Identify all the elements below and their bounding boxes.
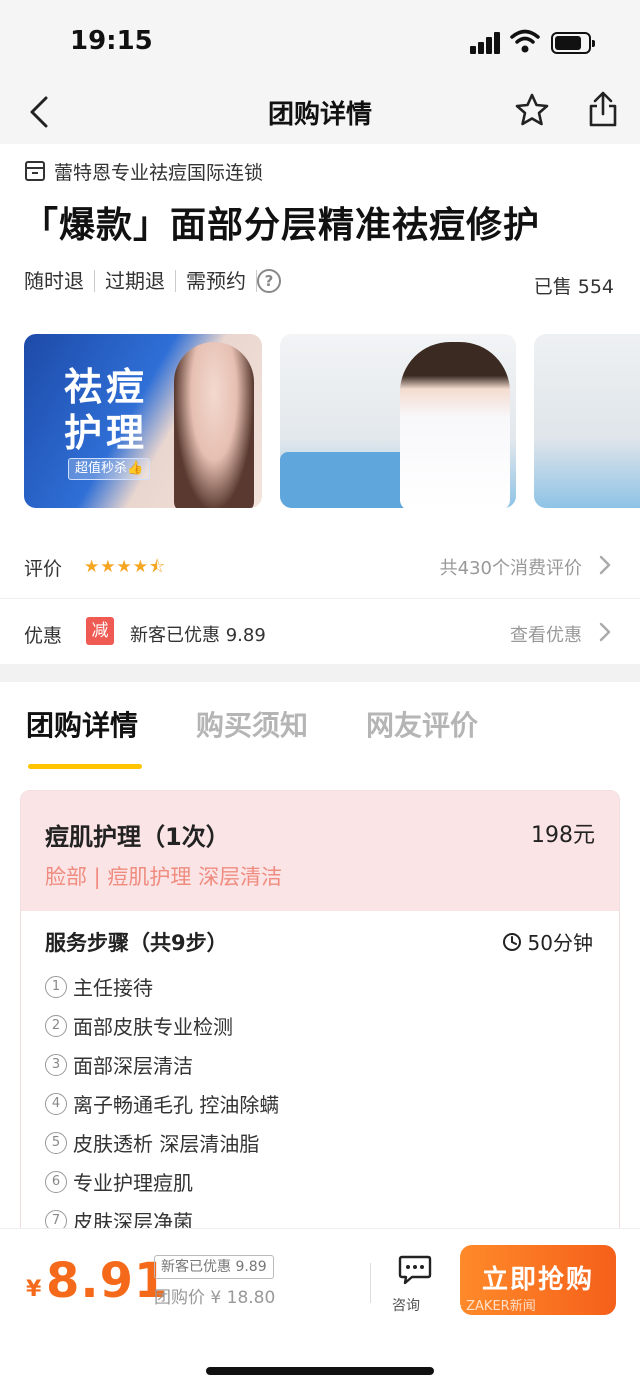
new-customer-discount-badge: 新客已优惠 9.89 — [154, 1255, 274, 1279]
favorite-star-icon[interactable] — [514, 92, 550, 128]
list-item: 1 主任接待 — [45, 967, 279, 1006]
battery-icon — [551, 32, 595, 54]
rating-stars: ★★★★⯪ — [84, 557, 167, 577]
gallery-headline: 祛痘 护理 — [64, 364, 148, 456]
step-number: 3 — [45, 1053, 67, 1076]
step-number: 6 — [45, 1170, 67, 1193]
clock-icon — [502, 932, 521, 951]
step-text: 面部深层清洁 — [73, 1054, 193, 1078]
step-text: 离子畅通毛孔 控油除螨 — [73, 1093, 280, 1117]
deal-price: 8.91 — [46, 1253, 169, 1309]
list-item: 3 面部深层清洁 — [45, 1045, 279, 1084]
gallery-image-3[interactable] — [534, 334, 640, 508]
steps-title: 服务步骤（共9步） — [45, 931, 228, 955]
rating-row[interactable]: 评价 ★★★★⯪ 共430个消费评价 — [0, 532, 640, 598]
watermark: 知乎 ZAKER新闻 — [436, 1299, 536, 1314]
duration: 50分钟 — [502, 927, 593, 956]
gallery-headline-line2: 护理 — [64, 411, 149, 455]
promo-row[interactable]: 优惠 减 新客已优惠 9.89 查看优惠 — [0, 598, 640, 664]
step-text: 面部皮肤专业检测 — [73, 1015, 233, 1039]
tab-user-reviews[interactable]: 网友评价 — [366, 704, 478, 744]
store-icon — [25, 161, 45, 181]
tag-reservation: 需预约 — [176, 270, 257, 292]
status-bar: 19:15 — [0, 0, 640, 80]
share-icon[interactable] — [586, 90, 620, 128]
chat-icon[interactable] — [398, 1253, 432, 1285]
flash-sale-badge: 超值秒杀👍 — [68, 458, 151, 480]
list-item: 5 皮肤透析 深层清油脂 — [45, 1123, 279, 1162]
promo-label: 优惠 — [24, 625, 63, 647]
original-price: 团购价 ¥ 18.80 — [154, 1288, 276, 1308]
service-tags: 随时退 过期退 需预约 ? — [24, 266, 281, 296]
product-title: 「爆款」面部分层精准祛痘修护 — [22, 205, 541, 246]
currency-symbol: ¥ — [26, 1277, 42, 1302]
list-item: 2 面部皮肤专业检测 — [45, 1006, 279, 1045]
service-price: 198元 — [531, 823, 595, 848]
nav-bar: 团购详情 — [0, 80, 640, 144]
bottom-purchase-bar: ¥ 8.91 新客已优惠 9.89 团购价 ¥ 18.80 咨询 立即抢购 知乎… — [0, 1228, 640, 1385]
step-text: 专业护理痘肌 — [73, 1171, 193, 1195]
view-promo-link[interactable]: 查看优惠 — [510, 621, 582, 647]
step-number: 4 — [45, 1092, 67, 1115]
consult-label[interactable]: 咨询 — [392, 1295, 420, 1315]
chevron-right-icon — [599, 555, 611, 575]
chevron-right-icon — [599, 622, 611, 642]
signal-icon — [470, 32, 502, 54]
review-count: 共430个消费评价 — [439, 558, 582, 579]
model-face-image — [174, 342, 254, 508]
rating-label: 评价 — [24, 558, 63, 580]
step-number: 5 — [45, 1131, 67, 1154]
home-indicator — [206, 1367, 434, 1375]
step-text: 皮肤透析 深层清油脂 — [73, 1132, 260, 1156]
divider — [370, 1263, 371, 1303]
duration-value: 50分钟 — [527, 931, 593, 955]
step-number: 1 — [45, 975, 67, 998]
tab-purchase-notes[interactable]: 购买须知 — [196, 704, 308, 744]
service-header: 痘肌护理（1次） 198元 脸部 | 痘肌护理 深层清洁 — [21, 791, 619, 911]
status-time: 19:15 — [70, 26, 153, 56]
service-name: 痘肌护理（1次） — [45, 823, 230, 851]
sold-count: 已售 554 — [533, 276, 614, 298]
discount-badge: 减 — [86, 617, 114, 645]
wifi-icon — [510, 29, 540, 53]
active-tab-indicator — [28, 764, 142, 769]
gallery-image-2[interactable] — [280, 334, 516, 508]
list-item: 6 专业护理痘肌 — [45, 1162, 279, 1201]
step-text: 主任接待 — [73, 976, 153, 1000]
detail-section: 团购详情 购买须知 网友评价 痘肌护理（1次） 198元 脸部 | 痘肌护理 深… — [0, 682, 640, 1250]
tag-refund-expired: 过期退 — [95, 270, 176, 292]
list-item: 4 离子畅通毛孔 控油除螨 — [45, 1084, 279, 1123]
beautician-figure — [400, 342, 510, 508]
service-card: 痘肌护理（1次） 198元 脸部 | 痘肌护理 深层清洁 服务步骤（共9步） 5… — [20, 790, 620, 1250]
tab-deal-detail[interactable]: 团购详情 — [26, 704, 138, 744]
gallery-image-1[interactable]: 祛痘 护理 超值秒杀👍 — [24, 334, 262, 508]
tag-refund-anytime: 随时退 — [24, 270, 95, 292]
gallery-headline-line1: 祛痘 — [64, 365, 149, 409]
step-number: 2 — [45, 1014, 67, 1037]
promo-text: 新客已优惠 9.89 — [130, 625, 266, 646]
service-tags: 脸部 | 痘肌护理 深层清洁 — [45, 865, 283, 889]
shop-link[interactable]: 蕾特恩专业祛痘国际连锁 — [24, 158, 263, 184]
shop-name: 蕾特恩专业祛痘国际连锁 — [54, 161, 264, 184]
steps-list: 1 主任接待 2 面部皮肤专业检测 3 面部深层清洁 4 离子畅通毛孔 控油除螨 5 皮肤… — [45, 967, 279, 1240]
product-summary-card: 蕾特恩专业祛痘国际连锁 「爆款」面部分层精准祛痘修护 随时退 过期退 需预约 ?… — [0, 144, 640, 664]
help-icon[interactable]: ? — [257, 269, 281, 293]
image-gallery[interactable]: 祛痘 护理 超值秒杀👍 — [0, 334, 640, 510]
